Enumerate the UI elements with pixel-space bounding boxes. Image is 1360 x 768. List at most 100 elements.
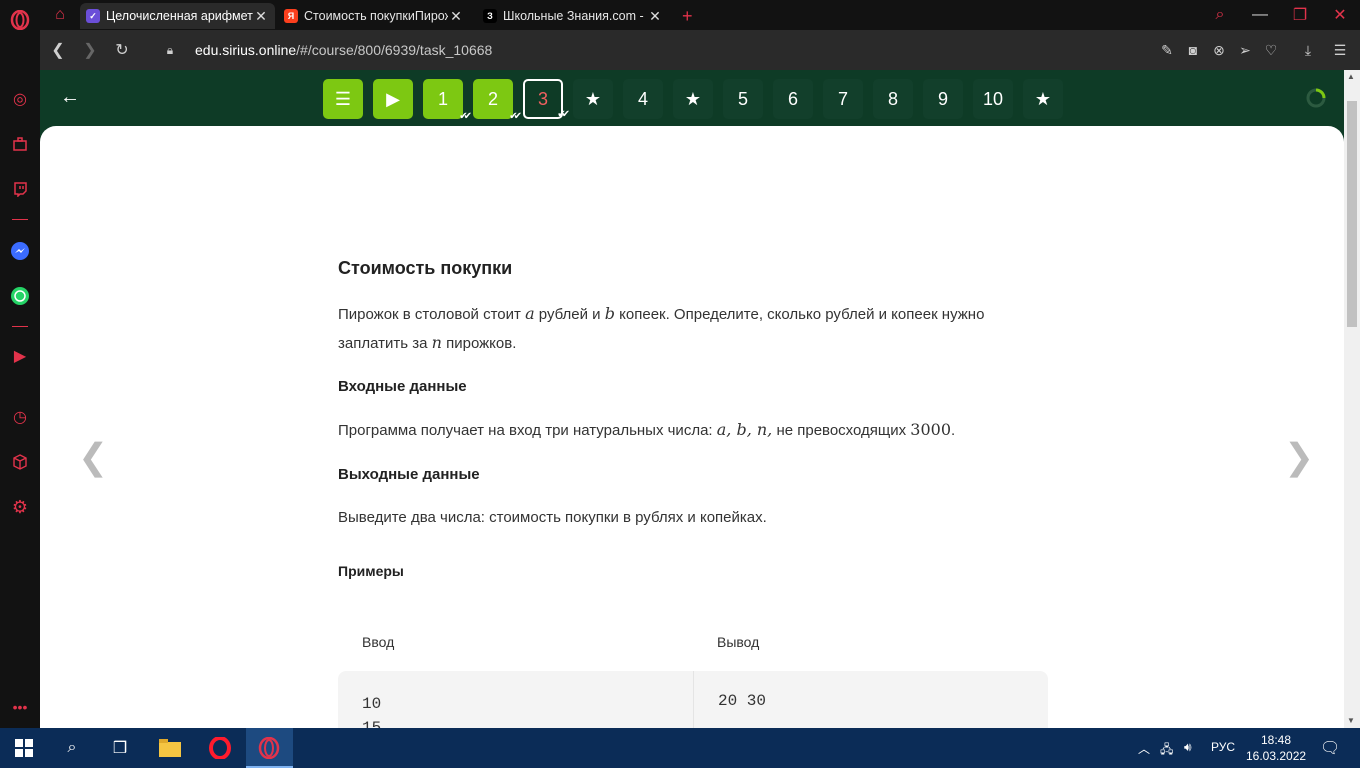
clock[interactable]: 18:48 16.03.2022 <box>1246 732 1306 764</box>
reload-icon[interactable]: ↻ <box>110 38 134 62</box>
notifications-icon[interactable]: 🗨︎ <box>1320 738 1340 758</box>
previous-task-arrow-icon[interactable]: ❮ <box>78 436 108 478</box>
nav-task-label: 8 <box>887 88 898 109</box>
back-icon[interactable]: ❮ <box>46 38 70 62</box>
scroll-up-icon[interactable]: ▲ <box>1347 72 1355 81</box>
messenger-icon[interactable] <box>8 239 32 263</box>
task-title: Стоимость покупки <box>338 258 513 278</box>
block-icon[interactable]: ⊗ <box>1209 40 1229 60</box>
download-icon[interactable]: ⤓ <box>1298 40 1318 60</box>
twitch-icon[interactable] <box>8 177 32 201</box>
forward-icon[interactable]: ❯ <box>78 38 102 62</box>
next-task-arrow-icon[interactable]: ❯ <box>1284 436 1314 478</box>
tab-znania[interactable]: З Школьные Знания.com - Р ✕ <box>477 3 669 29</box>
nav-star-icon[interactable]: ★ <box>1023 79 1063 119</box>
nav-task-label: 6 <box>787 88 798 109</box>
briefcase-icon[interactable] <box>8 132 32 156</box>
statement-text: рублей и <box>538 306 601 323</box>
close-tab-icon[interactable]: ✕ <box>448 8 464 25</box>
url-path: /#/course/800/6939/task_10668 <box>296 42 493 58</box>
search-icon[interactable]: ⌕ <box>1208 3 1232 27</box>
more-dots-icon[interactable]: ••• <box>8 695 32 719</box>
back-arrow-icon[interactable]: ← <box>58 85 82 109</box>
page-scrollbar[interactable]: ▲ ▼ <box>1344 70 1360 728</box>
settings-gear-icon[interactable]: ⚙ <box>8 495 32 519</box>
windows-taskbar: ⌕ ❒ ︿ 🖧︎ 🔊︎ РУС 18:48 16.03.2022 🗨︎ <box>0 728 1360 768</box>
nav-task-label: 4 <box>637 88 648 109</box>
minimize-button[interactable]: — <box>1248 3 1272 27</box>
progress-ring-icon <box>1304 86 1328 110</box>
input-description: Программа получает на вход три натуральн… <box>338 416 1048 445</box>
opera-gx-taskbar-button[interactable] <box>246 728 293 768</box>
menu-icon[interactable]: ☰ <box>1330 40 1350 60</box>
input-heading: Входные данные <box>338 378 467 395</box>
nav-task-2[interactable]: 2 ✔✔ <box>473 79 522 122</box>
search-icon[interactable]: ⌕ <box>60 736 84 760</box>
windows-start-icon[interactable] <box>12 736 36 760</box>
nav-task-label: 2 <box>487 88 498 109</box>
language-indicator[interactable]: РУС <box>1211 740 1235 754</box>
lock-icon: 🔒︎ <box>166 42 174 57</box>
opera-gx-icon <box>257 736 281 760</box>
edit-icon[interactable]: ✎ <box>1157 40 1177 60</box>
nav-task-label: 3 <box>537 88 548 109</box>
scroll-down-icon[interactable]: ▼ <box>1347 716 1355 725</box>
heart-icon[interactable]: ♡ <box>1261 40 1281 60</box>
whatsapp-icon[interactable] <box>8 284 32 308</box>
close-window-button[interactable]: ✕ <box>1328 3 1352 27</box>
history-icon[interactable]: ◷ <box>8 405 32 429</box>
tab-title: Целочисленная арифмети <box>106 9 253 23</box>
tab-title: Школьные Знания.com - Р <box>503 9 647 23</box>
opera-sidebar: ◎ ▶ ◷ ⚙ ••• <box>0 0 40 728</box>
nav-task-6[interactable]: 6 <box>773 79 813 119</box>
nav-task-7[interactable]: 7 <box>823 79 863 119</box>
opera-icon[interactable] <box>208 736 232 760</box>
tab-title: Стоимость покупкиПирож <box>304 9 448 23</box>
nav-task-9[interactable]: 9 <box>923 79 963 119</box>
new-tab-button[interactable]: + <box>676 3 700 29</box>
znania-favicon-icon: З <box>483 9 497 23</box>
input-text: Программа получает на вход три натуральн… <box>338 422 713 439</box>
tab-yandex[interactable]: Я Стоимость покупкиПирож ✕ <box>278 3 470 29</box>
nav-task-label: 10 <box>982 88 1004 109</box>
nav-list-icon[interactable]: ☰ <box>323 79 363 119</box>
show-hidden-icons-icon[interactable]: ︿ <box>1138 740 1150 757</box>
nav-task-3[interactable]: 3 ✔✔ <box>523 79 570 120</box>
nav-star-icon[interactable]: ★ <box>673 79 713 119</box>
speed-dial-icon[interactable]: ◎ <box>8 87 32 111</box>
nav-task-5[interactable]: 5 <box>723 79 763 119</box>
workspaces-icon[interactable]: ⌂ <box>48 3 72 27</box>
scrollbar-thumb[interactable] <box>1347 101 1357 327</box>
example-output: 20 30 <box>718 692 767 710</box>
close-tab-icon[interactable]: ✕ <box>253 8 269 25</box>
tab-sirius[interactable]: ✓ Целочисленная арифмети ✕ <box>80 3 275 29</box>
restore-button[interactable]: ❐ <box>1288 3 1312 27</box>
nav-star-icon[interactable]: ★ <box>573 79 613 119</box>
nav-play-icon[interactable]: ▶ <box>373 79 413 119</box>
course-navigation: ← ☰ ▶ 1 ✔✔ 2 ✔✔ 3 ✔✔ ★ 4 ★ 5 6 7 8 9 10 ★ <box>40 70 1344 126</box>
extensions-cube-icon[interactable] <box>8 450 32 474</box>
variable-n: n <box>431 333 442 352</box>
nav-task-4[interactable]: 4 <box>623 79 663 119</box>
url-field[interactable]: edu.sirius.online/#/course/800/6939/task… <box>195 42 492 58</box>
nav-task-label: 9 <box>937 88 948 109</box>
send-icon[interactable]: ➢ <box>1235 40 1255 60</box>
player-icon[interactable]: ▶ <box>8 344 32 368</box>
nav-task-1[interactable]: 1 ✔✔ <box>423 79 472 122</box>
nav-task-10[interactable]: 10 <box>973 79 1013 119</box>
col-input: Ввод <box>362 634 395 650</box>
close-tab-icon[interactable]: ✕ <box>647 8 663 25</box>
network-icon[interactable]: 🖧︎ <box>1160 740 1173 761</box>
yandex-favicon-icon: Я <box>284 9 298 23</box>
examples-heading: Примеры <box>338 563 404 579</box>
nav-task-8[interactable]: 8 <box>873 79 913 119</box>
variable-b: b <box>604 304 615 323</box>
camera-icon[interactable]: ◙ <box>1183 40 1203 60</box>
file-explorer-icon[interactable] <box>158 736 182 760</box>
task-view-icon[interactable]: ❒ <box>108 736 132 760</box>
opera-logo-icon[interactable] <box>8 8 32 32</box>
output-heading: Выходные данные <box>338 466 480 483</box>
examples-table-header: Ввод Вывод <box>338 630 1048 670</box>
volume-icon[interactable]: 🔊︎ <box>1184 740 1192 755</box>
sidebar-divider <box>12 326 28 327</box>
